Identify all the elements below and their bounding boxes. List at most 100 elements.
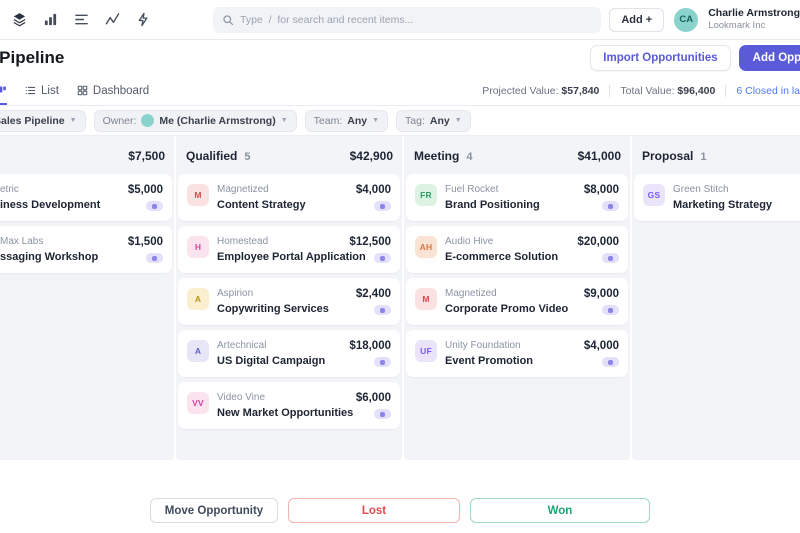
tab-board-active[interactable]	[0, 76, 7, 105]
opportunity-value: $5,000	[128, 184, 163, 196]
opportunity-card[interactable]: M Magnetized Content Strategy $4,000	[178, 174, 400, 221]
column-header: Qualified 5 $42,900	[176, 136, 402, 174]
opportunity-value: $12,500	[349, 236, 391, 248]
company-avatar: VV	[187, 392, 209, 414]
chevron-down-icon: ▼	[70, 117, 77, 124]
assignee-badge	[602, 201, 619, 211]
opportunity-card[interactable]: M Magnetized Corporate Promo Video $9,00…	[406, 278, 628, 325]
company-avatar: FR	[415, 184, 437, 206]
owner-avatar	[141, 114, 154, 127]
company-avatar: UF	[415, 340, 437, 362]
pipeline-filter-value: Sales Pipeline	[0, 115, 65, 127]
topbar: Add + CA Charlie Armstrong Lookmark Inc	[0, 0, 800, 40]
opportunity-card[interactable]: Max Labs ssaging Workshop $1,500	[0, 226, 172, 273]
team-filter-label: Team:	[314, 115, 343, 127]
opportunity-value: $18,000	[349, 340, 391, 352]
team-filter[interactable]: Team: Any ▼	[305, 110, 388, 132]
column-header: Meeting 4 $41,000	[404, 136, 630, 174]
opportunity-card[interactable]: etric iness Development $5,000	[0, 174, 172, 221]
column-cards: GS Green Stitch Marketing Strategy	[632, 174, 800, 221]
company-name: Green Stitch	[673, 184, 800, 195]
assignee-badge	[374, 253, 391, 263]
stage-column-proposal: Proposal 1 GS Green Stitch Marketing Str…	[632, 136, 800, 460]
tab-list-label: List	[41, 85, 59, 97]
list-nav-icon[interactable]	[74, 12, 89, 27]
column-name: Qualified	[186, 149, 237, 163]
page-header-actions: Import Opportunities Add Opportunity	[590, 45, 800, 71]
chevron-down-icon: ▼	[455, 117, 462, 124]
user-avatar[interactable]: CA	[674, 8, 698, 32]
move-opportunity-button[interactable]: Move Opportunity	[150, 498, 278, 523]
column-header: $7,500	[0, 136, 174, 174]
column-total: $41,000	[578, 149, 621, 163]
view-tabbar: List Dashboard Projected Value: $57,840 …	[0, 76, 800, 106]
tag-filter-value: Any	[430, 115, 450, 127]
company-avatar: M	[187, 184, 209, 206]
tab-dashboard[interactable]: Dashboard	[77, 76, 149, 105]
closed-opportunities-link[interactable]: 6 Closed in la	[726, 85, 800, 97]
opportunity-value: $8,000	[584, 184, 619, 196]
app-logo-icon[interactable]	[12, 12, 27, 27]
assignee-badge	[602, 305, 619, 315]
total-value-stat: Total Value: $96,400	[610, 85, 725, 97]
opportunity-card[interactable]: A Aspirion Copywriting Services $2,400	[178, 278, 400, 325]
filterbar: Sales Pipeline ▼ Owner: Me (Charlie Arms…	[0, 106, 800, 136]
assignee-badge	[602, 253, 619, 263]
activity-nav-icon[interactable]	[105, 12, 120, 27]
column-count: 1	[700, 151, 706, 163]
opportunity-card[interactable]: FR Fuel Rocket Brand Positioning $8,000	[406, 174, 628, 221]
opportunity-card[interactable]: AH Audio Hive E-commerce Solution $20,00…	[406, 226, 628, 273]
bar-chart-nav-icon[interactable]	[43, 12, 58, 27]
add-opportunity-button[interactable]: Add Opportunity	[739, 45, 800, 71]
opportunity-value: $20,000	[577, 236, 619, 248]
column-cards: M Magnetized Content Strategy $4,000 H H…	[176, 174, 402, 429]
opportunity-card[interactable]: H Homestead Employee Portal Application …	[178, 226, 400, 273]
topbar-right: Add + CA Charlie Armstrong Lookmark Inc	[609, 7, 800, 32]
user-menu[interactable]: Charlie Armstrong Lookmark Inc	[708, 7, 800, 32]
column-header: Proposal 1	[632, 136, 800, 174]
add-button[interactable]: Add +	[609, 8, 664, 32]
opportunity-card[interactable]: UF Unity Foundation Event Promotion $4,0…	[406, 330, 628, 377]
opportunity-value: $6,000	[356, 392, 391, 404]
tab-dashboard-label: Dashboard	[93, 85, 149, 97]
opportunity-value: $4,000	[356, 184, 391, 196]
opportunity-card[interactable]: VV Video Vine New Market Opportunities $…	[178, 382, 400, 429]
import-opportunities-button[interactable]: Import Opportunities	[590, 45, 730, 71]
assignee-badge	[374, 305, 391, 315]
assignee-badge	[146, 253, 163, 263]
owner-filter[interactable]: Owner: Me (Charlie Armstrong) ▼	[94, 110, 297, 132]
company-avatar: A	[187, 288, 209, 310]
page-header: Sales Pipeline Import Opportunities Add …	[0, 40, 800, 76]
won-button[interactable]: Won	[470, 498, 650, 523]
assignee-badge	[374, 409, 391, 419]
pipeline-filter[interactable]: Sales Pipeline ▼	[0, 110, 86, 132]
chevron-down-icon: ▼	[372, 117, 379, 124]
search-input[interactable]	[240, 14, 592, 26]
zap-nav-icon[interactable]	[136, 12, 151, 27]
assignee-badge	[374, 357, 391, 367]
stage-column-qualified: Qualified 5 $42,900 M Magnetized Content…	[176, 136, 402, 460]
company-avatar: H	[187, 236, 209, 258]
list-tab-icon	[25, 85, 36, 96]
company-avatar: M	[415, 288, 437, 310]
action-footer: Move Opportunity Lost Won	[0, 460, 800, 533]
chevron-down-icon: ▼	[281, 117, 288, 124]
assignee-badge	[146, 201, 163, 211]
opportunity-value: $1,500	[128, 236, 163, 248]
global-search[interactable]	[213, 7, 601, 33]
column-total: $7,500	[128, 149, 165, 163]
page-title: Sales Pipeline	[0, 48, 64, 68]
opportunity-card[interactable]: GS Green Stitch Marketing Strategy	[634, 174, 800, 221]
owner-filter-value: Me (Charlie Armstrong)	[159, 115, 275, 127]
tag-filter-label: Tag:	[405, 115, 425, 127]
column-count: 5	[244, 151, 250, 163]
opportunity-card[interactable]: A Artechnical US Digital Campaign $18,00…	[178, 330, 400, 377]
user-org: Lookmark Inc	[708, 20, 800, 32]
column-total: $42,900	[350, 149, 393, 163]
lost-button[interactable]: Lost	[288, 498, 460, 523]
tab-list[interactable]: List	[25, 76, 59, 105]
opportunity-value: $4,000	[584, 340, 619, 352]
projected-value-stat: Projected Value: $57,840	[472, 85, 609, 97]
tag-filter[interactable]: Tag: Any ▼	[396, 110, 471, 132]
column-cards: FR Fuel Rocket Brand Positioning $8,000 …	[404, 174, 630, 377]
